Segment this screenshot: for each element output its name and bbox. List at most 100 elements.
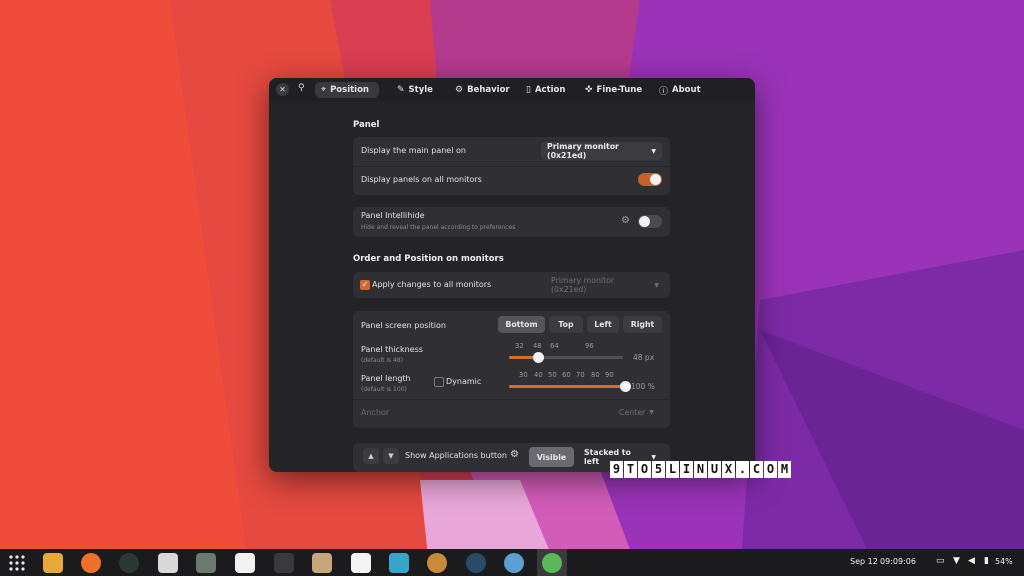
watermark-char: L bbox=[666, 461, 679, 478]
tab-style-label: Style bbox=[408, 85, 433, 95]
panel-thickness-label: Panel thickness bbox=[361, 345, 423, 354]
volume-icon[interactable]: ◀ bbox=[968, 556, 975, 566]
move-up-button[interactable]: ▲ bbox=[363, 448, 379, 464]
calculator-app-icon[interactable] bbox=[196, 553, 216, 573]
move-down-button[interactable]: ▼ bbox=[383, 448, 399, 464]
show-applications-label: Show Applications button bbox=[405, 451, 507, 460]
battery-icon[interactable]: ▮ bbox=[984, 556, 989, 566]
panel-display-card: Display the main panel on Primary monito… bbox=[353, 137, 670, 195]
firefox-app-icon[interactable] bbox=[81, 553, 101, 573]
text-editor-app-icon[interactable] bbox=[235, 553, 255, 573]
close-button[interactable]: ✕ bbox=[276, 83, 289, 96]
ghost-app-icon[interactable] bbox=[119, 553, 139, 573]
watermark-char: U bbox=[708, 461, 721, 478]
terminal-app-icon[interactable] bbox=[274, 553, 294, 573]
intellihide-toggle[interactable] bbox=[638, 215, 662, 228]
chevron-up-icon: ▲ bbox=[368, 452, 374, 460]
crosshair-icon: ⌖ bbox=[321, 85, 327, 95]
watermark-char: T bbox=[624, 461, 637, 478]
wifi-icon[interactable]: ▼ bbox=[953, 556, 960, 566]
system-monitor-app-icon[interactable] bbox=[389, 553, 409, 573]
dash-to-panel-settings-window: ✕ ⚲ ⌖ Position ✎ Style ⚙ Behavior ▯ Acti… bbox=[269, 78, 755, 472]
intellihide-settings-gear-icon[interactable]: ⚙ bbox=[621, 215, 630, 226]
dynamic-checkbox[interactable] bbox=[434, 377, 444, 387]
image-viewer-app-icon[interactable] bbox=[427, 553, 447, 573]
apply-all-monitors-checkbox[interactable]: ✓ bbox=[360, 280, 370, 290]
watermark-char: M bbox=[778, 461, 791, 478]
tab-behavior[interactable]: ⚙ Behavior bbox=[455, 82, 510, 98]
panel-length-sublabel: (default is 100) bbox=[361, 386, 407, 393]
length-tick: 50 bbox=[548, 371, 557, 379]
position-right-button[interactable]: Right bbox=[623, 316, 662, 333]
steam-app-icon[interactable] bbox=[466, 553, 486, 573]
search-icon[interactable]: ⚲ bbox=[298, 83, 305, 93]
dynamic-label: Dynamic bbox=[446, 377, 482, 386]
tab-about-label: About bbox=[672, 85, 701, 95]
files-app-icon[interactable] bbox=[43, 553, 63, 573]
panel-screen-position-label: Panel screen position bbox=[361, 321, 446, 330]
window-header: ✕ ⚲ ⌖ Position ✎ Style ⚙ Behavior ▯ Acti… bbox=[269, 78, 755, 102]
panel-thickness-sublabel: (default is 48) bbox=[361, 357, 404, 364]
thickness-tick: 48 bbox=[533, 342, 542, 350]
software-store-app-icon[interactable] bbox=[351, 553, 371, 573]
chevron-down-icon: ▼ bbox=[654, 281, 659, 289]
length-tick: 70 bbox=[576, 371, 585, 379]
tab-style[interactable]: ✎ Style bbox=[397, 82, 433, 98]
toggle-knob bbox=[639, 216, 650, 227]
apply-all-monitors-label: Apply changes to all monitors bbox=[372, 280, 492, 289]
battery-percent: 54% bbox=[995, 557, 1013, 566]
clock-date[interactable]: Sep 12 bbox=[850, 557, 878, 566]
watermark-char: X bbox=[722, 461, 735, 478]
apply-monitor-dropdown: Primary monitor (0x21ed) ▼ bbox=[545, 276, 665, 294]
extensions-app-icon[interactable] bbox=[542, 553, 562, 573]
position-bottom-button[interactable]: Bottom bbox=[498, 316, 545, 333]
keyboard-icon[interactable]: ▭ bbox=[936, 556, 945, 566]
length-value: 100 % bbox=[631, 382, 655, 391]
tab-position-label: Position bbox=[330, 85, 369, 95]
length-tick: 90 bbox=[605, 371, 614, 379]
watermark-char: 5 bbox=[652, 461, 665, 478]
panel-section-title: Panel bbox=[353, 120, 380, 130]
intellihide-sublabel: Hide and reveal the panel according to p… bbox=[361, 224, 516, 231]
tab-action-label: Action bbox=[534, 85, 566, 95]
tab-position[interactable]: ⌖ Position bbox=[315, 82, 379, 98]
toggle-knob bbox=[650, 174, 661, 185]
length-tick: 60 bbox=[562, 371, 571, 379]
divider bbox=[353, 399, 670, 400]
tab-about[interactable]: ⓘ About bbox=[659, 82, 701, 98]
tab-action[interactable]: ▯ Action bbox=[526, 82, 565, 98]
chess-app-icon[interactable] bbox=[158, 553, 178, 573]
watermark-char: 9 bbox=[610, 461, 623, 478]
clock-time[interactable]: 09:09:06 bbox=[880, 557, 916, 566]
position-left-button[interactable]: Left bbox=[587, 316, 619, 333]
thickness-slider-handle[interactable] bbox=[533, 352, 544, 363]
taskbar: Sep 12 09:09:06 ▭ ▼ ◀ ▮ 54% bbox=[0, 549, 1024, 576]
apply-all-monitors-card: ✓ Apply changes to all monitors Primary … bbox=[353, 272, 670, 298]
length-slider-handle[interactable] bbox=[620, 381, 631, 392]
display-all-monitors-toggle[interactable] bbox=[638, 173, 662, 186]
tab-fine-tune[interactable]: ✜ Fine-Tune bbox=[585, 82, 642, 98]
chevron-down-icon: ▼ bbox=[651, 453, 656, 461]
thickness-value: 48 px bbox=[633, 353, 655, 362]
position-top-button[interactable]: Top bbox=[549, 316, 583, 333]
anchor-dropdown: Center ▼ bbox=[613, 403, 663, 421]
visible-toggle-button[interactable]: Visible bbox=[529, 447, 574, 467]
divider bbox=[353, 166, 670, 167]
display-all-monitors-label: Display panels on all monitors bbox=[361, 175, 482, 184]
watermark-char: I bbox=[680, 461, 693, 478]
length-tick: 30 bbox=[519, 371, 528, 379]
main-panel-monitor-dropdown[interactable]: Primary monitor (0x21ed) ▼ bbox=[541, 142, 662, 160]
app-grid-icon[interactable] bbox=[8, 554, 26, 572]
info-icon: ⓘ bbox=[659, 86, 669, 97]
show-apps-settings-gear-icon[interactable]: ⚙ bbox=[510, 449, 519, 460]
chevron-down-icon: ▼ bbox=[649, 408, 654, 416]
length-tick: 40 bbox=[534, 371, 543, 379]
watermark-char: O bbox=[764, 461, 777, 478]
browser-app-icon[interactable] bbox=[504, 553, 524, 573]
screenshot-app-icon[interactable] bbox=[312, 553, 332, 573]
main-panel-monitor-value: Primary monitor (0x21ed) bbox=[547, 142, 619, 160]
compass-icon: ✜ bbox=[585, 85, 593, 95]
length-tick: 80 bbox=[591, 371, 600, 379]
display-main-panel-label: Display the main panel on bbox=[361, 146, 466, 155]
intellihide-label: Panel Intellihide bbox=[361, 211, 425, 220]
